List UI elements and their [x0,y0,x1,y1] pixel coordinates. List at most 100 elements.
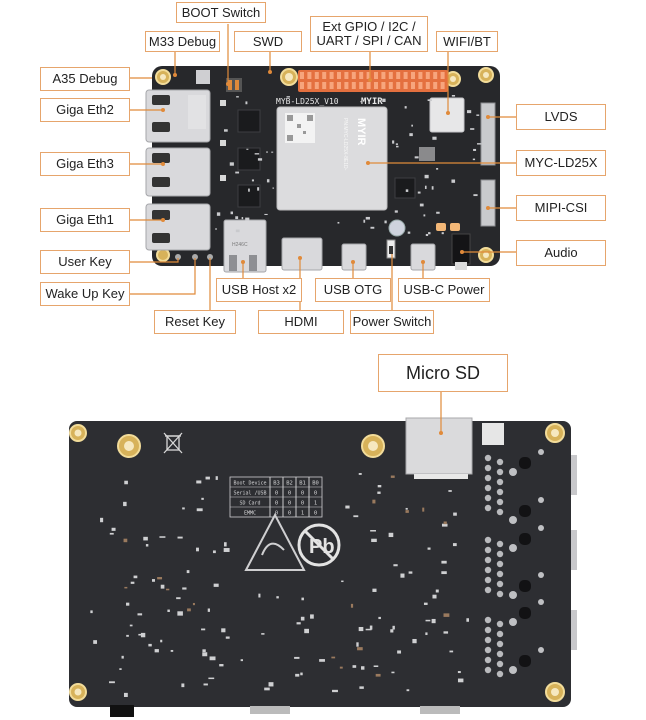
bottom-board: Boot Device B3 B2 B1 B0 Serial /USB 0 0 0 0 SD Car… [69,417,577,717]
label-ext-gpio: Ext GPIO / I2C / UART / SPI / CAN [310,16,428,52]
label-swd: SWD [234,31,302,52]
hdmi-port [281,237,323,271]
label-audio: Audio [516,240,606,266]
module-pn-silk: PN:MYC-LD25X-8E1D- [342,118,348,171]
boot-table-cell: 0 [288,501,291,507]
boot-table-cell: 0 [275,501,278,507]
mount-hole [156,248,170,262]
gpio-pin [359,82,364,89]
ethernet-port-2 [145,89,211,143]
gpio-pin [307,72,312,79]
boot-table-header: B2 [286,481,293,487]
usb-host-port: H246C [223,219,267,273]
audio-jack [451,233,471,265]
boot-table-header: B1 [299,481,306,487]
gpio-pin [322,82,327,89]
gpio-pin [351,82,356,89]
boot-table-cell: 1 [301,511,304,517]
pmic-chip [394,177,416,199]
svg-text:Pb: Pb [309,536,335,558]
usb-otg-port [341,243,367,271]
gpio-pin [440,72,445,79]
gpio-pin [381,72,386,79]
label-ext-gpio-line1: Ext GPIO / I2C / [322,19,416,34]
micro-sd-slot [405,417,473,479]
gpio-pin [411,72,415,79]
label-usb-host: USB Host x2 [216,278,302,302]
label-ext-gpio-line2: UART / SPI / CAN [316,33,422,48]
weee-bin-icon [163,432,183,454]
label-boot-switch: BOOT Switch [176,2,266,23]
gpio-pin [440,82,445,89]
som-module: MYIR PN:MYC-LD25X-8E1D- [276,106,388,211]
gpio-pin [388,82,393,89]
qr-code [196,70,210,84]
gpio-pin [411,82,415,89]
gpio-header [298,70,448,92]
gpio-pin [403,82,408,89]
boot-table-cell: 0 [288,511,291,517]
gpio-pin [314,72,319,79]
label-usb-otg: USB OTG [315,278,391,302]
module-brand-silk: MYIR [355,118,367,146]
gpio-pin [396,82,401,89]
qr-code [482,423,504,445]
gpio-pin [403,72,408,79]
gpio-pin [433,72,438,79]
gpio-pin [329,82,334,89]
ethernet-port-1 [145,203,211,251]
label-reset-key: Reset Key [154,310,236,334]
label-usb-c-power: USB-C Power [398,278,490,302]
inductor [419,147,435,161]
label-micro-sd: Micro SD [378,354,508,392]
gpio-pin [337,82,341,89]
label-giga-eth1: Giga Eth1 [40,208,130,232]
label-a35-debug: A35 Debug [40,67,130,91]
gpio-pin [344,82,349,89]
label-wifi-bt: WIFI/BT [436,31,498,52]
gpio-pin [300,72,304,79]
gpio-pin [418,82,423,89]
phy-chip [237,147,261,171]
gpio-pin [329,72,334,79]
gpio-pin [366,82,371,89]
label-m33-debug: M33 Debug [145,31,220,52]
boot-table-cell: 0 [314,491,317,497]
gpio-pin [300,82,304,89]
gpio-pin [381,82,386,89]
label-wake-up-key: Wake Up Key [40,282,130,306]
mipi-csi-connector [480,179,496,227]
svg-text:H246C: H246C [232,242,248,248]
gpio-pin [307,82,312,89]
label-hdmi: HDMI [258,310,344,334]
label-lvds: LVDS [516,104,606,130]
boot-table-header: B3 [273,481,280,487]
gpio-pin [418,72,423,79]
boot-table-cell: 0 [314,511,317,517]
boot-table-header: B0 [312,481,319,487]
boot-table-cell: 0 [275,491,278,497]
boot-table-cell: 0 [301,501,304,507]
boot-table-cell: 1 [314,501,317,507]
gpio-pin [425,82,430,89]
boot-table-cell: SD Card [239,501,260,507]
boot-table-cell: EMMC [244,511,256,517]
boot-table-cell: 0 [301,491,304,497]
label-mipi-csi: MIPI-CSI [516,195,606,221]
ethernet-port-3 [145,147,211,197]
top-board: MYB-LD25X_V10 MYIR MYIR PN:MYC-LD25X-8E1… [145,66,500,273]
lvds-connector [480,102,496,166]
gpio-pin [425,72,430,79]
label-giga-eth3: Giga Eth3 [40,152,130,176]
boot-table-cell: 0 [288,491,291,497]
capacitor [388,219,406,237]
board-name-silk: MYB-LD25X_V10 [276,97,339,106]
gpio-pin [351,72,356,79]
gpio-pin [314,82,319,89]
label-myc-ld25x: MYC-LD25X [516,150,606,176]
boot-table-cell: Serial /USB [233,491,266,497]
gpio-pin [344,72,349,79]
label-user-key: User Key [40,250,130,274]
gpio-pin [396,72,401,79]
gpio-pin [322,72,327,79]
